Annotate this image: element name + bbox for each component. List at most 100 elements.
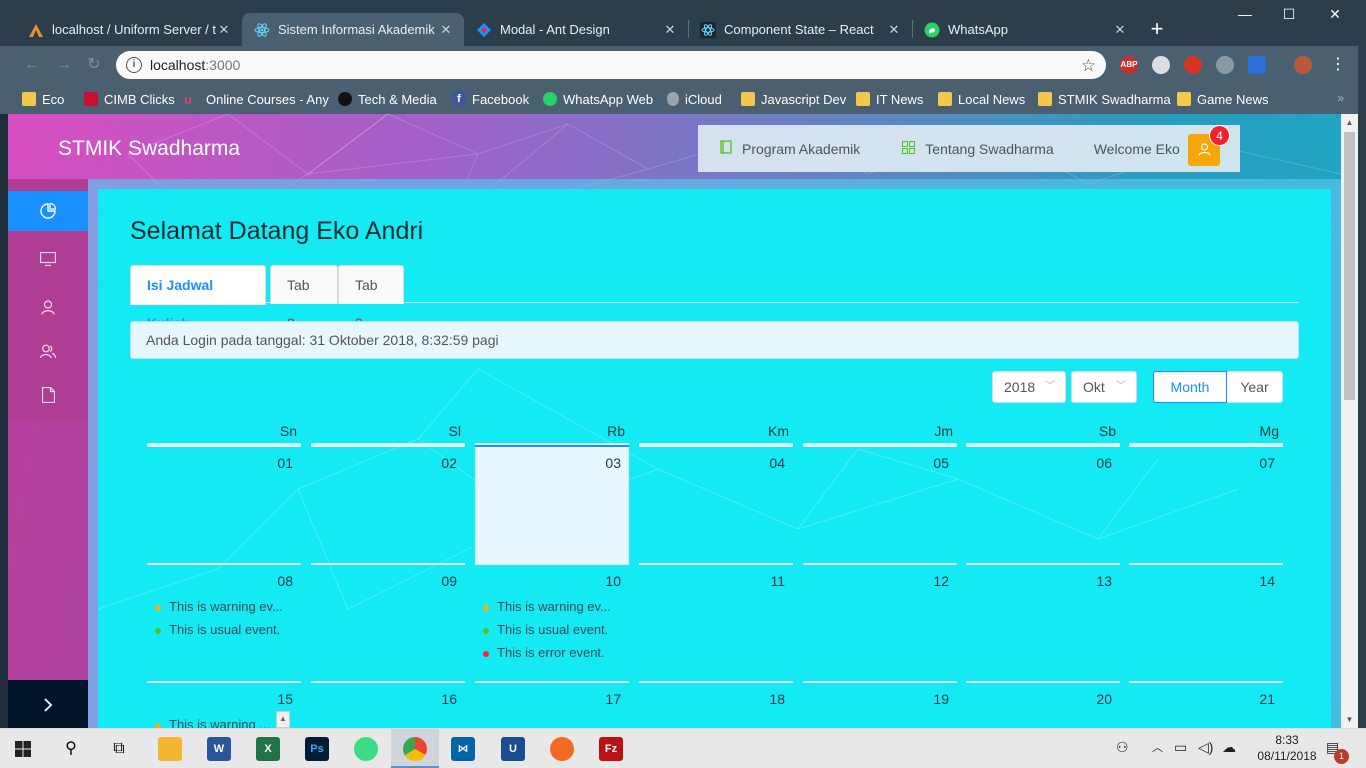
globe-extension-icon[interactable] bbox=[1216, 56, 1234, 74]
tab-3[interactable]: Tab 3 bbox=[338, 265, 404, 331]
calendar-cell[interactable]: 04 bbox=[639, 445, 793, 563]
browser-tab[interactable]: WhatsApp ✕ bbox=[912, 13, 1138, 46]
bookmark-item[interactable]: STMIK Swadharma bbox=[1038, 90, 1171, 108]
extension-icon[interactable] bbox=[1152, 56, 1170, 74]
scroll-up-icon[interactable]: ▲ bbox=[276, 711, 290, 728]
profile-avatar[interactable] bbox=[1294, 56, 1312, 74]
calendar-event[interactable]: This is warning ev... bbox=[155, 599, 283, 614]
calendar-cell[interactable]: 10 This is warning ev... This is usual eve… bbox=[475, 563, 629, 681]
system-clock[interactable]: 8:33 08/11/2018 bbox=[1252, 732, 1322, 764]
close-icon[interactable]: ✕ bbox=[438, 22, 454, 38]
sidebar-item-file[interactable] bbox=[8, 375, 88, 415]
close-icon[interactable]: ✕ bbox=[216, 22, 232, 38]
extension-icon[interactable] bbox=[1248, 56, 1266, 74]
sidebar-item-desktop[interactable] bbox=[8, 239, 88, 279]
back-button[interactable]: ← bbox=[22, 55, 42, 75]
calendar-cell[interactable]: 06 bbox=[966, 445, 1120, 563]
calendar-cell[interactable]: 02 bbox=[311, 445, 465, 563]
nav-tentang-swadharma[interactable]: Tentang Swadharma bbox=[902, 140, 1054, 157]
sidebar-item-user[interactable] bbox=[8, 287, 88, 327]
adblock-extension-icon[interactable]: ABP bbox=[1120, 56, 1138, 74]
calendar-event[interactable]: This is warning ev... bbox=[483, 599, 611, 614]
task-view-icon[interactable]: ⧉ bbox=[104, 735, 134, 763]
bookmark-item[interactable]: Tech & Media bbox=[338, 90, 437, 108]
calendar-cell[interactable]: 12 bbox=[803, 563, 957, 681]
calendar-cell[interactable]: 05 bbox=[803, 445, 957, 563]
page-scrollbar[interactable]: ▲ ▼ bbox=[1341, 114, 1358, 728]
sidebar-item-dashboard[interactable] bbox=[8, 191, 88, 231]
search-icon[interactable]: ⚲ bbox=[56, 735, 86, 763]
close-icon[interactable]: ✕ bbox=[662, 22, 678, 38]
calendar-cell[interactable]: 14 bbox=[1129, 563, 1283, 681]
extension-icon[interactable] bbox=[1184, 56, 1202, 74]
scroll-down-arrow[interactable]: ▼ bbox=[1341, 711, 1358, 728]
bookmark-item[interactable]: Game News bbox=[1177, 90, 1269, 108]
browser-tab[interactable]: Component State – React ✕ bbox=[688, 13, 912, 46]
calendar-cell[interactable]: 08 This is warning ev... This is usual eve… bbox=[147, 563, 301, 681]
sidebar-item-team[interactable] bbox=[8, 331, 88, 371]
browser-tab[interactable]: Modal - Ant Design ✕ bbox=[464, 13, 688, 46]
word-icon[interactable]: W bbox=[207, 737, 231, 761]
close-icon[interactable]: ✕ bbox=[886, 22, 902, 38]
calendar-cell[interactable]: 11 bbox=[639, 563, 793, 681]
maximize-button[interactable]: ☐ bbox=[1266, 6, 1312, 26]
reload-button[interactable]: ↻ bbox=[84, 55, 104, 75]
calendar-event[interactable]: This is usual event. bbox=[155, 622, 280, 637]
address-bar[interactable]: i localhost:3000 ☆ bbox=[116, 51, 1106, 79]
photoshop-icon[interactable]: Ps bbox=[305, 737, 329, 761]
bookmark-item[interactable]: iCloud bbox=[667, 90, 722, 108]
bookmark-star-icon[interactable]: ☆ bbox=[1081, 56, 1096, 76]
browser-tab[interactable]: localhost / Uniform Server / tu ✕ bbox=[16, 13, 242, 46]
vscode-icon[interactable]: ⋈ bbox=[451, 737, 475, 761]
battery-icon[interactable]: ▭ bbox=[1174, 739, 1187, 756]
onedrive-icon[interactable]: ☁ bbox=[1222, 739, 1236, 756]
menu-icon[interactable]: ⋮ bbox=[1328, 55, 1348, 75]
people-icon[interactable]: ⚇ bbox=[1116, 739, 1129, 756]
close-icon[interactable]: ✕ bbox=[1112, 22, 1128, 38]
calendar-cell[interactable]: 13 bbox=[966, 563, 1120, 681]
uniform-server-icon[interactable]: U bbox=[501, 737, 525, 761]
calendar-cell[interactable]: 16 bbox=[311, 681, 465, 728]
chevron-up-icon[interactable]: ︿ bbox=[1152, 739, 1163, 755]
file-explorer-icon[interactable] bbox=[158, 737, 182, 761]
calendar-cell[interactable]: 19 bbox=[803, 681, 957, 728]
bookmark-item[interactable]: Javascript Dev bbox=[741, 90, 846, 108]
calendar-event[interactable]: This is usual event. bbox=[483, 622, 608, 637]
calendar-cell[interactable]: 07 bbox=[1129, 445, 1283, 563]
bookmark-item[interactable]: u Online Courses - Any bbox=[184, 90, 329, 108]
postman-icon[interactable] bbox=[550, 737, 574, 761]
calendar-cell[interactable]: 18 bbox=[639, 681, 793, 728]
bookmark-item[interactable]: WhatsApp Web bbox=[543, 90, 653, 108]
tab-isi-jadwal-kuliah[interactable]: Isi Jadwal Kuliah bbox=[130, 265, 266, 331]
minimize-button[interactable]: — bbox=[1222, 6, 1268, 26]
chrome-icon[interactable] bbox=[403, 737, 427, 761]
new-tab-button[interactable]: + bbox=[1143, 17, 1171, 43]
scroll-up-arrow[interactable]: ▲ bbox=[1341, 114, 1358, 131]
tab-2[interactable]: Tab 2 bbox=[270, 265, 338, 331]
forward-button[interactable]: → bbox=[54, 55, 74, 75]
bookmark-item[interactable]: IT News bbox=[856, 90, 923, 108]
browser-tab-active[interactable]: Sistem Informasi Akademik Ka ✕ bbox=[242, 13, 464, 46]
calendar-cell-selected[interactable]: 03 bbox=[475, 445, 629, 563]
calendar-cell[interactable]: 01 bbox=[147, 445, 301, 563]
year-select[interactable]: 2018 ﹀ bbox=[992, 371, 1066, 403]
bookmark-item[interactable]: f Facebook bbox=[452, 90, 529, 108]
calendar-cell[interactable]: 21 bbox=[1129, 681, 1283, 728]
nav-program-akademik[interactable]: Program Akademik bbox=[720, 140, 860, 157]
calendar-cell[interactable]: 17 bbox=[475, 681, 629, 728]
calendar-cell[interactable]: 20 bbox=[966, 681, 1120, 728]
mode-month-button[interactable]: Month bbox=[1153, 371, 1227, 403]
bookmark-item[interactable]: Eco bbox=[22, 90, 64, 108]
bookmark-item[interactable]: CIMB Clicks bbox=[84, 90, 175, 108]
calendar-cell[interactable]: 09 bbox=[311, 563, 465, 681]
calendar-event[interactable]: This is warning ... bbox=[155, 717, 270, 728]
sidebar-collapse-button[interactable] bbox=[8, 680, 88, 728]
start-button[interactable] bbox=[8, 735, 38, 763]
close-window-button[interactable]: ✕ bbox=[1312, 6, 1358, 26]
bookmark-item[interactable]: Local News bbox=[938, 90, 1025, 108]
calendar-event[interactable]: This is error event. bbox=[483, 645, 605, 660]
filezilla-icon[interactable]: Fz bbox=[599, 737, 623, 761]
scrollbar-thumb[interactable] bbox=[1344, 132, 1355, 400]
info-icon[interactable]: i bbox=[126, 57, 142, 73]
volume-icon[interactable]: ◁) bbox=[1198, 739, 1213, 756]
